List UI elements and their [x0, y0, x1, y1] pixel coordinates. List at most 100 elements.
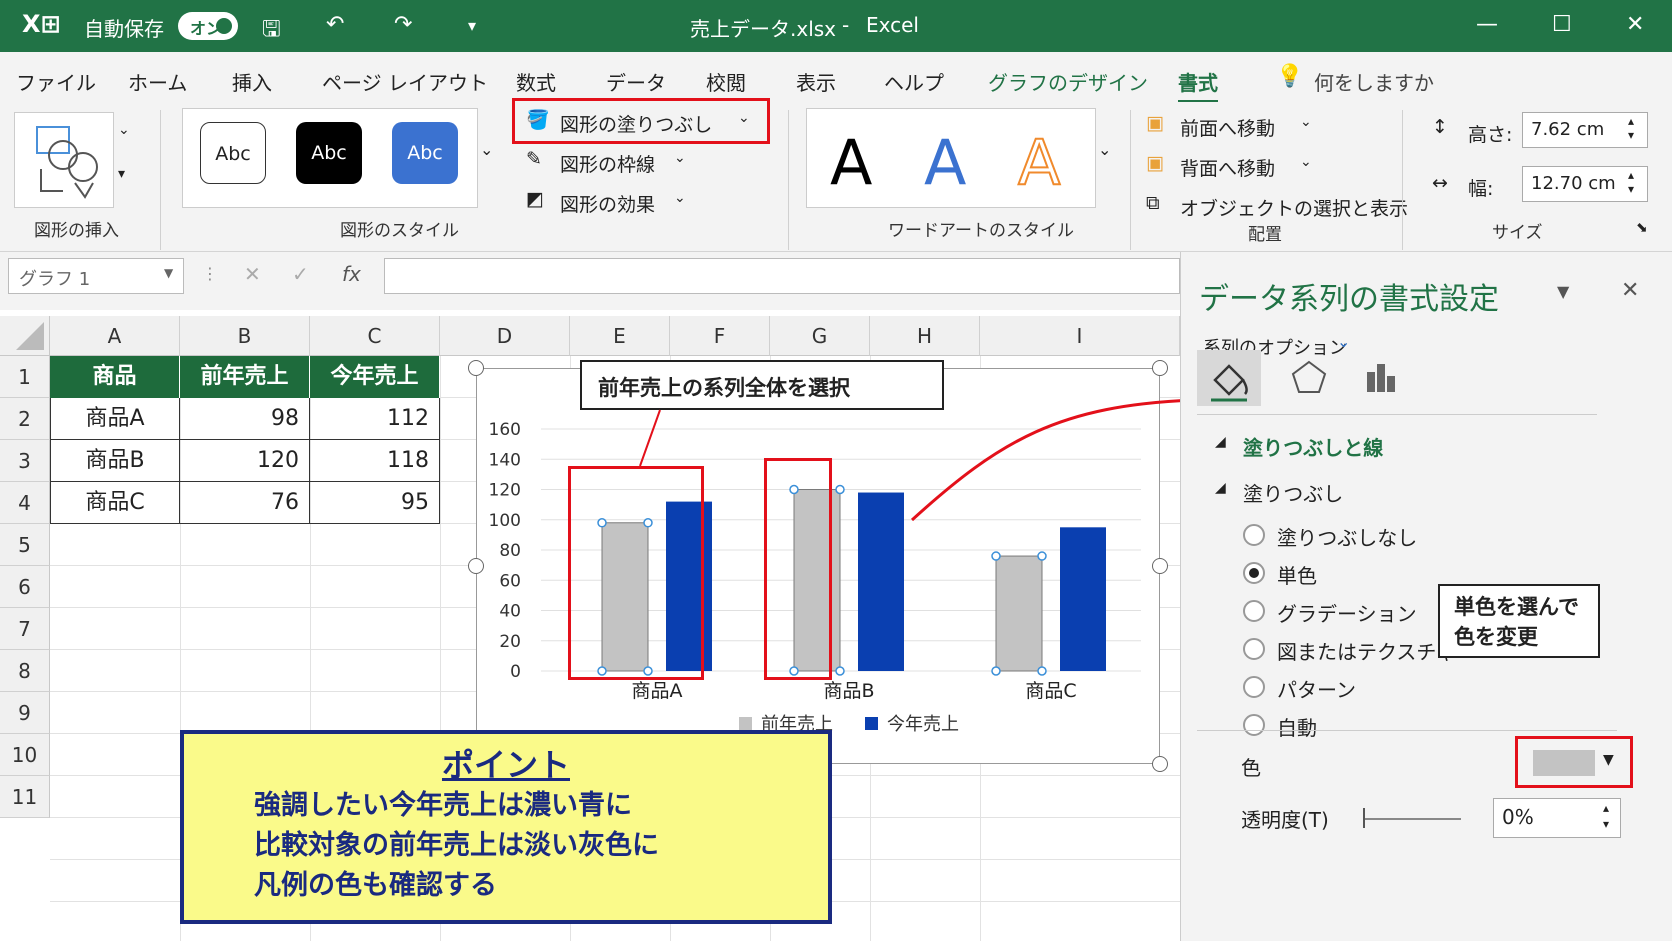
chevron-down-icon[interactable]: ⌄ [1300, 114, 1312, 130]
row-header-1[interactable]: 1 [0, 356, 50, 398]
dialog-launcher-icon[interactable]: ⬊ [1636, 220, 1648, 236]
wordart-orange[interactable]: A [1017, 125, 1061, 200]
radio-button[interactable] [1243, 562, 1265, 584]
bring-forward-button[interactable]: 前面へ移動 [1180, 114, 1275, 141]
table-cell[interactable]: 商品A [50, 398, 180, 440]
tell-me-search[interactable]: 何をしますか [1314, 67, 1434, 96]
tab-chart-design[interactable]: グラフのデザイン [988, 67, 1148, 96]
tab-review[interactable]: 校閲 [706, 67, 746, 96]
resize-handle[interactable] [468, 360, 484, 376]
series-selection-handle[interactable] [835, 666, 845, 676]
name-box[interactable]: グラフ 1 [8, 258, 184, 294]
width-spinner-icon[interactable]: ▴ ▾ [1628, 168, 1634, 196]
chevron-down-icon[interactable]: ⌄ [1300, 154, 1312, 170]
enter-icon[interactable]: ✓ [292, 262, 309, 286]
chevron-down-icon[interactable]: ⌄ [1337, 332, 1350, 351]
tab-file[interactable]: ファイル [16, 67, 96, 96]
table-cell[interactable]: 112 [310, 398, 440, 440]
style-black[interactable]: Abc [296, 122, 362, 184]
tab-page-layout[interactable]: ページ レイアウト [322, 67, 488, 96]
table-cell[interactable]: 76 [180, 482, 310, 524]
series-selection-handle[interactable] [835, 484, 845, 495]
row-header-7[interactable]: 7 [0, 608, 50, 650]
collapse-triangle-icon[interactable]: ◢ [1215, 480, 1226, 496]
chevron-down-icon[interactable]: ⌄ [738, 110, 750, 126]
save-icon[interactable]: 🖫 [262, 12, 281, 50]
chevron-down-icon[interactable]: ⌄ [674, 190, 686, 206]
shape-fill-button[interactable]: 図形の塗りつぶし [560, 110, 712, 137]
pane-menu-icon[interactable]: ▼ [1557, 282, 1569, 301]
table-cell[interactable]: 120 [180, 440, 310, 482]
column-header-b[interactable]: B [180, 316, 310, 356]
fill-subsection[interactable]: 塗りつぶし [1243, 478, 1343, 507]
radio-button[interactable] [1243, 600, 1265, 622]
fill-line-section[interactable]: 塗りつぶしと線 [1243, 432, 1383, 461]
formula-input[interactable] [384, 258, 1180, 294]
column-header-a[interactable]: A [50, 316, 180, 356]
radio-button[interactable] [1243, 714, 1265, 736]
row-header-4[interactable]: 4 [0, 482, 50, 524]
bar-chart-options-icon[interactable] [1361, 356, 1401, 396]
chevron-down-icon[interactable]: ⌄ [674, 150, 686, 166]
insert-function-icon[interactable]: fx [342, 262, 361, 286]
fill-line-tab[interactable] [1197, 350, 1261, 406]
table-cell[interactable]: 商品B [50, 440, 180, 482]
maximize-icon[interactable]: ☐ [1552, 12, 1572, 37]
name-box-dropdown-icon[interactable]: ▼ [164, 266, 173, 280]
column-header-i[interactable]: I [980, 316, 1180, 356]
shapes-more-icon[interactable]: ▾ [118, 166, 125, 182]
pane-close-icon[interactable]: ✕ [1621, 278, 1639, 303]
table-cell[interactable]: 商品C [50, 482, 180, 524]
collapse-triangle-icon[interactable]: ◢ [1215, 434, 1226, 450]
style-scroll-icon[interactable]: ⌄ [480, 140, 493, 159]
pentagon-effects-icon[interactable] [1289, 356, 1329, 396]
height-spinner-icon[interactable]: ▴ ▾ [1628, 114, 1634, 142]
send-backward-button[interactable]: 背面へ移動 [1180, 154, 1275, 181]
legend-swatch[interactable] [865, 717, 878, 730]
tab-data[interactable]: データ [606, 67, 666, 96]
legend-label[interactable]: 今年売上 [887, 714, 959, 735]
transparency-slider-thumb[interactable] [1363, 808, 1365, 828]
tab-format[interactable]: 書式 [1178, 67, 1218, 104]
resize-handle[interactable] [1152, 360, 1168, 376]
minimize-icon[interactable]: — [1476, 12, 1498, 37]
resize-handle[interactable] [468, 558, 484, 574]
selection-pane-button[interactable]: オブジェクトの選択と表示 [1180, 194, 1408, 221]
transparency-slider[interactable] [1363, 818, 1461, 820]
customize-qat-icon[interactable]: ▾ [468, 16, 476, 35]
close-icon[interactable]: ✕ [1626, 12, 1644, 37]
wordart-scroll-icon[interactable]: ⌄ [1098, 140, 1111, 159]
cancel-icon[interactable]: ✕ [244, 262, 261, 286]
table-header-cell[interactable]: 商品 [50, 356, 180, 398]
table-cell[interactable]: 118 [310, 440, 440, 482]
table-cell[interactable]: 98 [180, 398, 310, 440]
style-blue[interactable]: Abc [392, 122, 458, 184]
series-selection-handle[interactable] [991, 551, 1001, 561]
tab-help[interactable]: ヘルプ [884, 67, 944, 96]
wordart-blue[interactable]: A [924, 126, 966, 199]
redo-icon[interactable]: ↷ [394, 12, 412, 37]
row-header-9[interactable]: 9 [0, 692, 50, 734]
row-header-6[interactable]: 6 [0, 566, 50, 608]
shapes-scroll-icon[interactable]: ⌄ [118, 122, 130, 138]
bar-this-year-2[interactable] [1060, 527, 1106, 671]
shape-effects-button[interactable]: 図形の効果 [560, 190, 655, 217]
resize-handle[interactable] [1152, 756, 1168, 772]
series-selection-handle[interactable] [1037, 551, 1047, 561]
column-header-f[interactable]: F [670, 316, 770, 356]
row-header-11[interactable]: 11 [0, 776, 50, 818]
row-header-3[interactable]: 3 [0, 440, 50, 482]
series-selection-handle[interactable] [991, 666, 1001, 676]
transparency-input[interactable]: 0% [1493, 798, 1621, 838]
radio-button[interactable] [1243, 676, 1265, 698]
series-selection-handle[interactable] [1037, 666, 1047, 676]
radio-button[interactable] [1243, 638, 1265, 660]
resize-handle[interactable] [1152, 558, 1168, 574]
bar-this-year-1[interactable] [858, 492, 904, 671]
tab-view[interactable]: 表示 [796, 67, 836, 96]
select-all[interactable] [0, 316, 50, 356]
table-header-cell[interactable]: 前年売上 [180, 356, 310, 398]
legend-swatch[interactable] [739, 717, 752, 730]
autosave-toggle[interactable]: オン [178, 12, 238, 40]
column-header-e[interactable]: E [570, 316, 670, 356]
